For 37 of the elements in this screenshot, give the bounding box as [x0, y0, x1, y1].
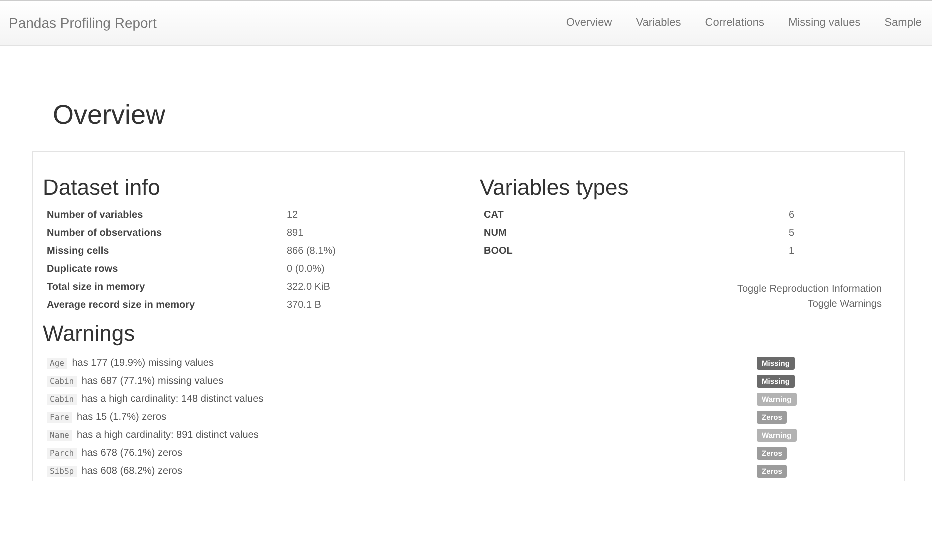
warning-text: Cabin has a high cardinality: 148 distinct values: [47, 394, 757, 406]
field-value: 12: [287, 208, 300, 223]
field-value: 891: [287, 226, 305, 241]
field-label: Duplicate rows: [47, 262, 120, 277]
field-value: 6: [789, 208, 796, 223]
field-value: 866 (8.1%): [287, 244, 337, 259]
field-value: 1: [789, 244, 796, 259]
field-value: 0 (0.0%): [287, 262, 326, 277]
brand-link[interactable]: Pandas Profiling Report: [9, 15, 157, 31]
field-label: Total size in memory: [47, 280, 146, 295]
nav-link[interactable]: Correlations: [691, 17, 775, 29]
section-title: Warnings: [43, 320, 136, 348]
field-label: BOOL: [484, 244, 514, 259]
nav-link[interactable]: Overview: [552, 17, 622, 29]
field-label: NUM: [484, 226, 508, 241]
toggle-link[interactable]: Toggle Warnings: [808, 298, 882, 311]
warning-text: Name has a high cardinality: 891 distinct values: [47, 430, 757, 442]
field-label: CAT: [484, 208, 505, 223]
warning-text: Age has 177 (19.9%) missing values: [47, 358, 757, 370]
warning-text: SibSp has 608 (68.2%) zeros: [47, 466, 757, 478]
section-title: Dataset info: [43, 174, 162, 202]
field-label: Average record size in memory: [47, 298, 196, 313]
nav-link[interactable]: Sample: [870, 17, 932, 29]
nav-link[interactable]: Variables: [622, 17, 692, 29]
field-value: 322.0 KiB: [287, 280, 332, 295]
field-value: 5: [789, 226, 796, 241]
nav-link[interactable]: Missing values: [774, 17, 871, 29]
warning-text: Fare has 15 (1.7%) zeros: [47, 412, 757, 424]
warning-text: Cabin has 687 (77.1%) missing values: [47, 376, 757, 388]
field-label: Number of variables: [47, 208, 144, 223]
field-label: Number of observations: [47, 226, 164, 241]
section-title: Variables types: [480, 174, 630, 202]
field-value: 370.1 B: [287, 298, 322, 313]
field-label: Missing cells: [47, 244, 110, 259]
page-title: Overview: [53, 99, 167, 132]
warning-text: Parch has 678 (76.1%) zeros: [47, 448, 757, 460]
toggle-link[interactable]: Toggle Reproduction Information: [737, 282, 882, 296]
